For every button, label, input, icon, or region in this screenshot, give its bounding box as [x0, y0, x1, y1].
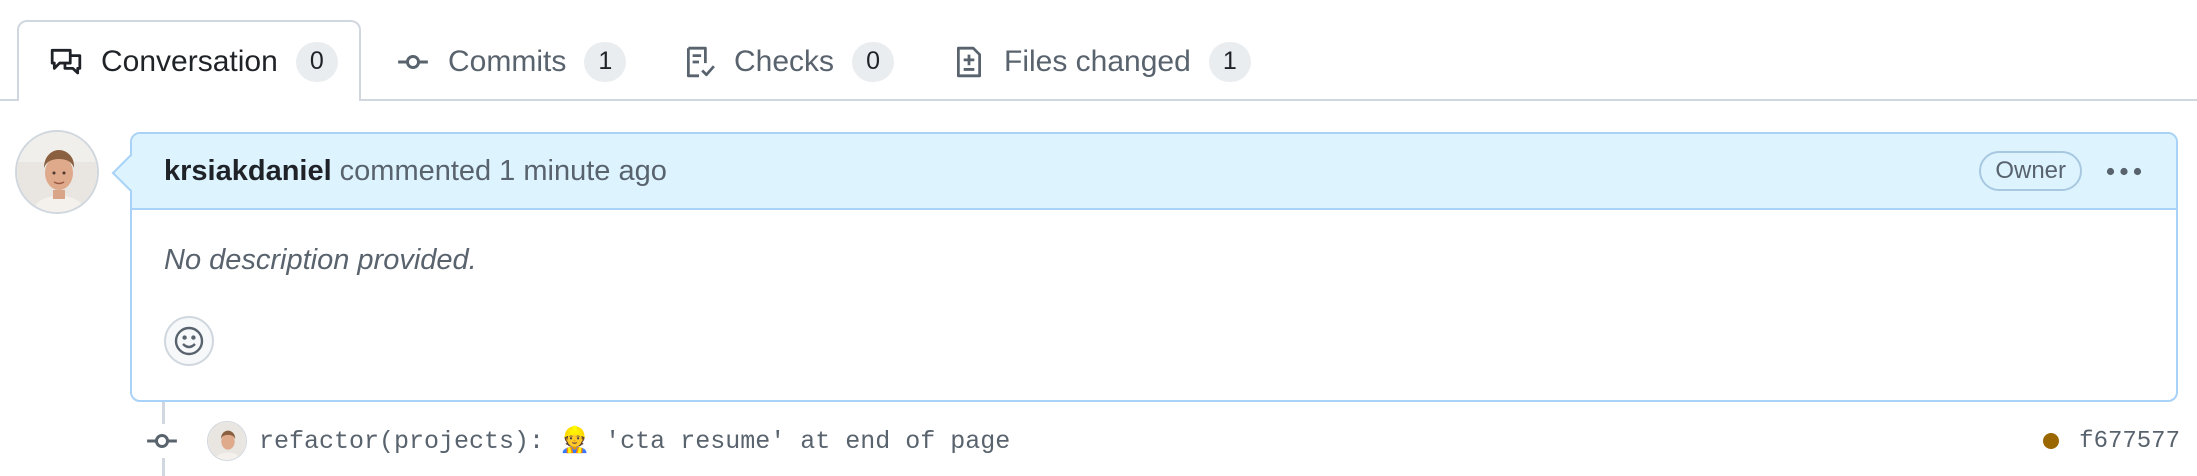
file-diff-icon [952, 45, 986, 79]
comment-box: krsiakdaniel commented 1 minute ago Owne… [130, 132, 2178, 402]
checklist-icon [682, 45, 716, 79]
commit-message-link[interactable]: refactor(projects): 👷 'cta resume' at en… [259, 426, 1010, 456]
tab-label: Commits [448, 44, 567, 78]
comment-timestamp[interactable]: 1 minute ago [499, 155, 667, 188]
avatar[interactable] [15, 130, 99, 214]
kebab-menu-icon[interactable] [2104, 156, 2144, 186]
tab-counter: 1 [584, 41, 627, 82]
tab-counter: 1 [1208, 41, 1251, 82]
git-commit-icon [145, 424, 179, 458]
owner-badge: Owner [1979, 151, 2082, 191]
pr-tabnav: Conversation 0 Commits 1 Checks 0 Files … [0, 0, 2197, 101]
tab-files-changed[interactable]: Files changed 1 [920, 22, 1283, 101]
tab-label: Checks [734, 44, 835, 78]
comment-body: No description provided. [164, 244, 477, 276]
comment-header: krsiakdaniel commented 1 minute ago Owne… [132, 134, 2176, 210]
tab-commits[interactable]: Commits 1 [364, 22, 658, 101]
commit-status-indicator[interactable] [2043, 433, 2060, 449]
comment-action: commented [339, 154, 492, 187]
commit-sha-link[interactable]: f677577 [2079, 428, 2180, 455]
tab-checks[interactable]: Checks 0 [650, 22, 926, 101]
comment-author[interactable]: krsiakdaniel [164, 155, 332, 188]
timeline-commit-item: refactor(projects): 👷 'cta resume' at en… [145, 416, 2180, 466]
tab-counter: 0 [852, 41, 895, 82]
comment-discussion-icon [49, 45, 83, 79]
add-reaction-button[interactable] [164, 316, 214, 366]
commit-author-avatar[interactable] [207, 421, 247, 461]
tab-label: Files changed [1004, 44, 1191, 78]
tab-conversation[interactable]: Conversation 0 [17, 20, 361, 101]
git-commit-icon [396, 45, 430, 79]
tab-counter: 0 [295, 41, 338, 82]
tab-label: Conversation [101, 44, 278, 78]
smiley-icon [173, 325, 205, 357]
